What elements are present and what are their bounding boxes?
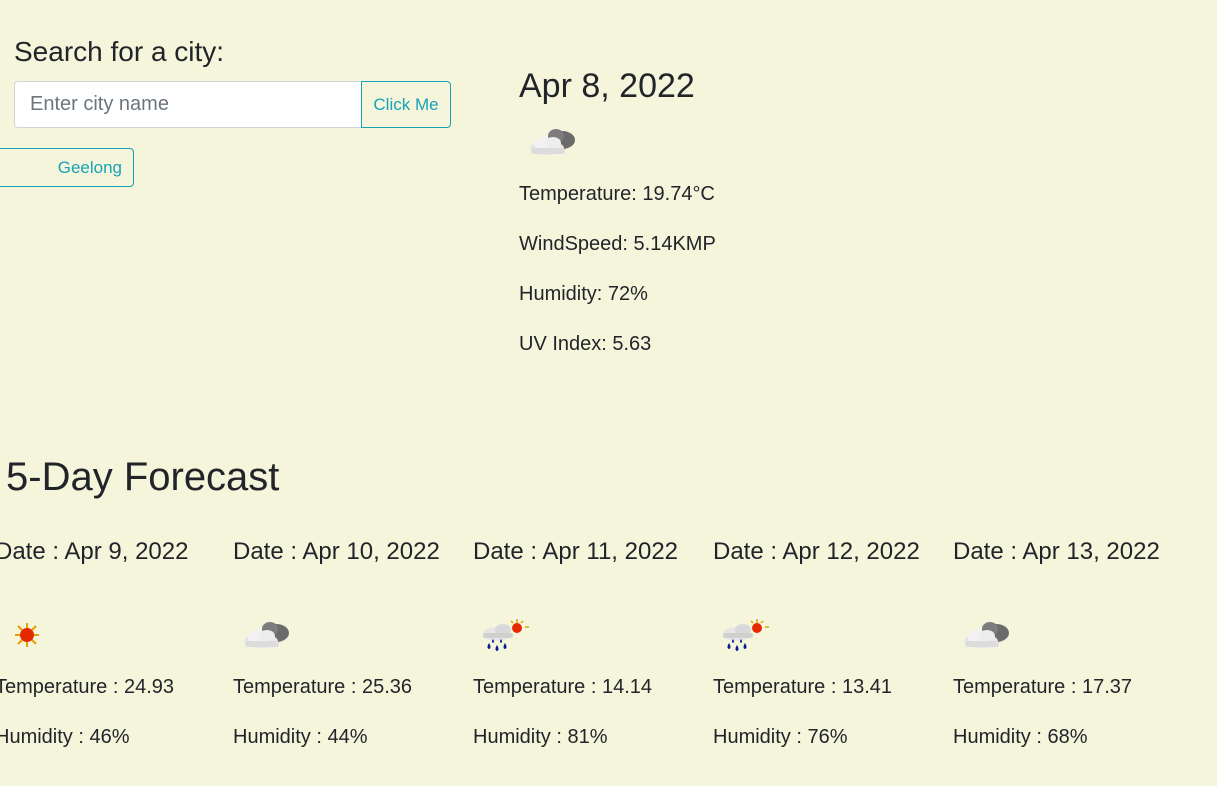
forecast-card: Date : Apr 13, 2022 Temperature : 17.37 … [953, 537, 1173, 748]
forecast-temperature: Temperature : 17.37 [953, 676, 1132, 698]
forecast-date: Date : Apr 11, 2022 [473, 538, 679, 565]
cloudy-icon [530, 129, 575, 155]
forecast-date: Date : Apr 13, 2022 [953, 538, 1160, 565]
forecast-temperature: Temperature : 14.14 [473, 676, 652, 698]
cloudy-icon [244, 622, 289, 648]
forecast-card: Date : Apr 9, 2022 Temperature : 24.93 H… [0, 537, 215, 748]
rain-sun-icon [723, 619, 769, 651]
forecast-humidity: Humidity : 46% [0, 726, 130, 748]
current-uv-index: UV Index: 5.63 [519, 333, 652, 355]
city-search-input[interactable] [14, 81, 362, 128]
forecast-humidity: Humidity : 44% [233, 726, 368, 748]
forecast-date: Date : Apr 10, 2022 [233, 538, 440, 565]
forecast-card: Date : Apr 10, 2022 Temperature : 25.36 … [233, 537, 453, 748]
forecast-date: Date : Apr 9, 2022 [0, 538, 189, 565]
forecast-temperature: Temperature : 13.41 [713, 676, 892, 698]
rain-sun-icon [483, 619, 529, 651]
search-button[interactable]: Click Me [361, 81, 451, 128]
weather-dashboard: Search for a city: Click Me Geelong Apr … [0, 0, 1217, 786]
search-title: Search for a city: [14, 36, 225, 67]
forecast-title: 5-Day Forecast [6, 455, 280, 499]
sunny-icon [15, 623, 39, 647]
forecast-date: Date : Apr 12, 2022 [713, 538, 920, 565]
forecast-humidity: Humidity : 68% [953, 726, 1088, 748]
forecast-humidity: Humidity : 76% [713, 726, 848, 748]
forecast-card: Date : Apr 11, 2022 Temperature : 14.14 … [473, 537, 693, 748]
forecast-temperature: Temperature : 25.36 [233, 676, 412, 698]
history-city-button-geelong[interactable]: Geelong [0, 148, 134, 187]
current-windspeed: WindSpeed: 5.14KMP [519, 233, 716, 255]
current-weather: Apr 8, 2022 Temperature: 19.74°C WindSpe… [519, 64, 716, 355]
forecast-humidity: Humidity : 81% [473, 726, 608, 748]
forecast-card: Date : Apr 12, 2022 Temperature : 13.41 … [713, 537, 933, 748]
current-humidity: Humidity: 72% [519, 283, 648, 305]
cloudy-icon [964, 622, 1009, 648]
current-temperature: Temperature: 19.74°C [519, 183, 715, 205]
current-date: Apr 8, 2022 [519, 67, 695, 105]
forecast-temperature: Temperature : 24.93 [0, 676, 174, 698]
